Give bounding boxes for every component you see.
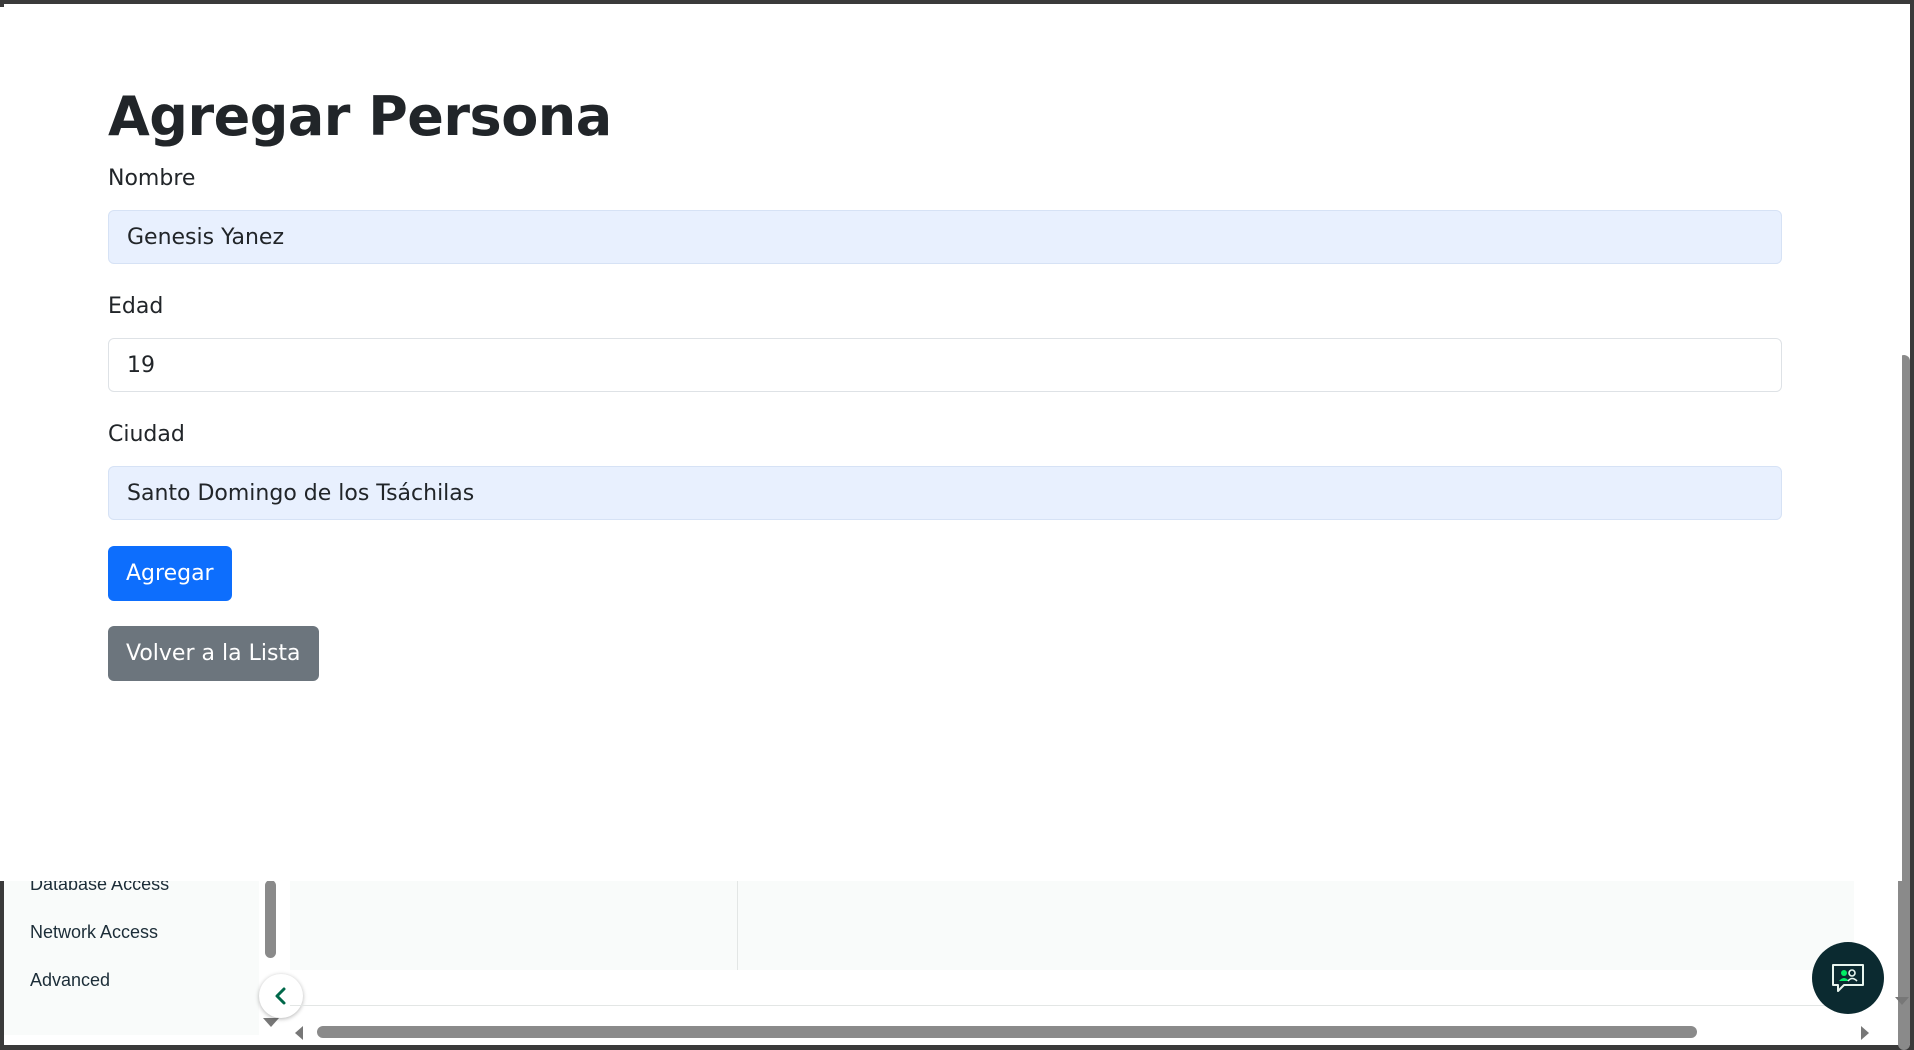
sidebar-scroll-down-arrow[interactable] bbox=[263, 1018, 279, 1027]
chevron-left-icon bbox=[275, 987, 286, 1005]
form-page: Agregar Persona Nombre Edad Ciudad Agreg… bbox=[0, 7, 1902, 881]
sidebar-item-network-access[interactable]: Network Access bbox=[30, 922, 158, 943]
city-input[interactable] bbox=[108, 466, 1782, 520]
scroll-down-arrow[interactable] bbox=[1895, 997, 1909, 1005]
chat-support-icon bbox=[1832, 964, 1864, 992]
content-divider bbox=[737, 880, 738, 970]
horizontal-scroll-thumb[interactable] bbox=[317, 1026, 1697, 1038]
back-to-list-button[interactable]: Volver a la Lista bbox=[108, 626, 319, 681]
horizontal-scrollbar[interactable] bbox=[290, 1021, 1869, 1041]
name-label: Nombre bbox=[108, 166, 196, 191]
page-title: Agregar Persona bbox=[108, 85, 612, 148]
sidebar-item-advanced[interactable]: Advanced bbox=[30, 970, 110, 991]
age-input[interactable] bbox=[108, 338, 1782, 392]
collapse-sidebar-button[interactable] bbox=[259, 974, 303, 1018]
name-input[interactable] bbox=[108, 210, 1782, 264]
chat-support-button[interactable] bbox=[1812, 942, 1884, 1014]
background-sidebar: Database Access Network Access Advanced bbox=[4, 860, 259, 1035]
city-label: Ciudad bbox=[108, 422, 185, 447]
bottom-divider bbox=[290, 1005, 1854, 1006]
scroll-right-arrow[interactable] bbox=[1861, 1026, 1869, 1040]
scroll-left-arrow[interactable] bbox=[295, 1026, 303, 1040]
age-label: Edad bbox=[108, 294, 164, 319]
add-button[interactable]: Agregar bbox=[108, 546, 232, 601]
sidebar-scrollbar[interactable] bbox=[265, 880, 276, 958]
